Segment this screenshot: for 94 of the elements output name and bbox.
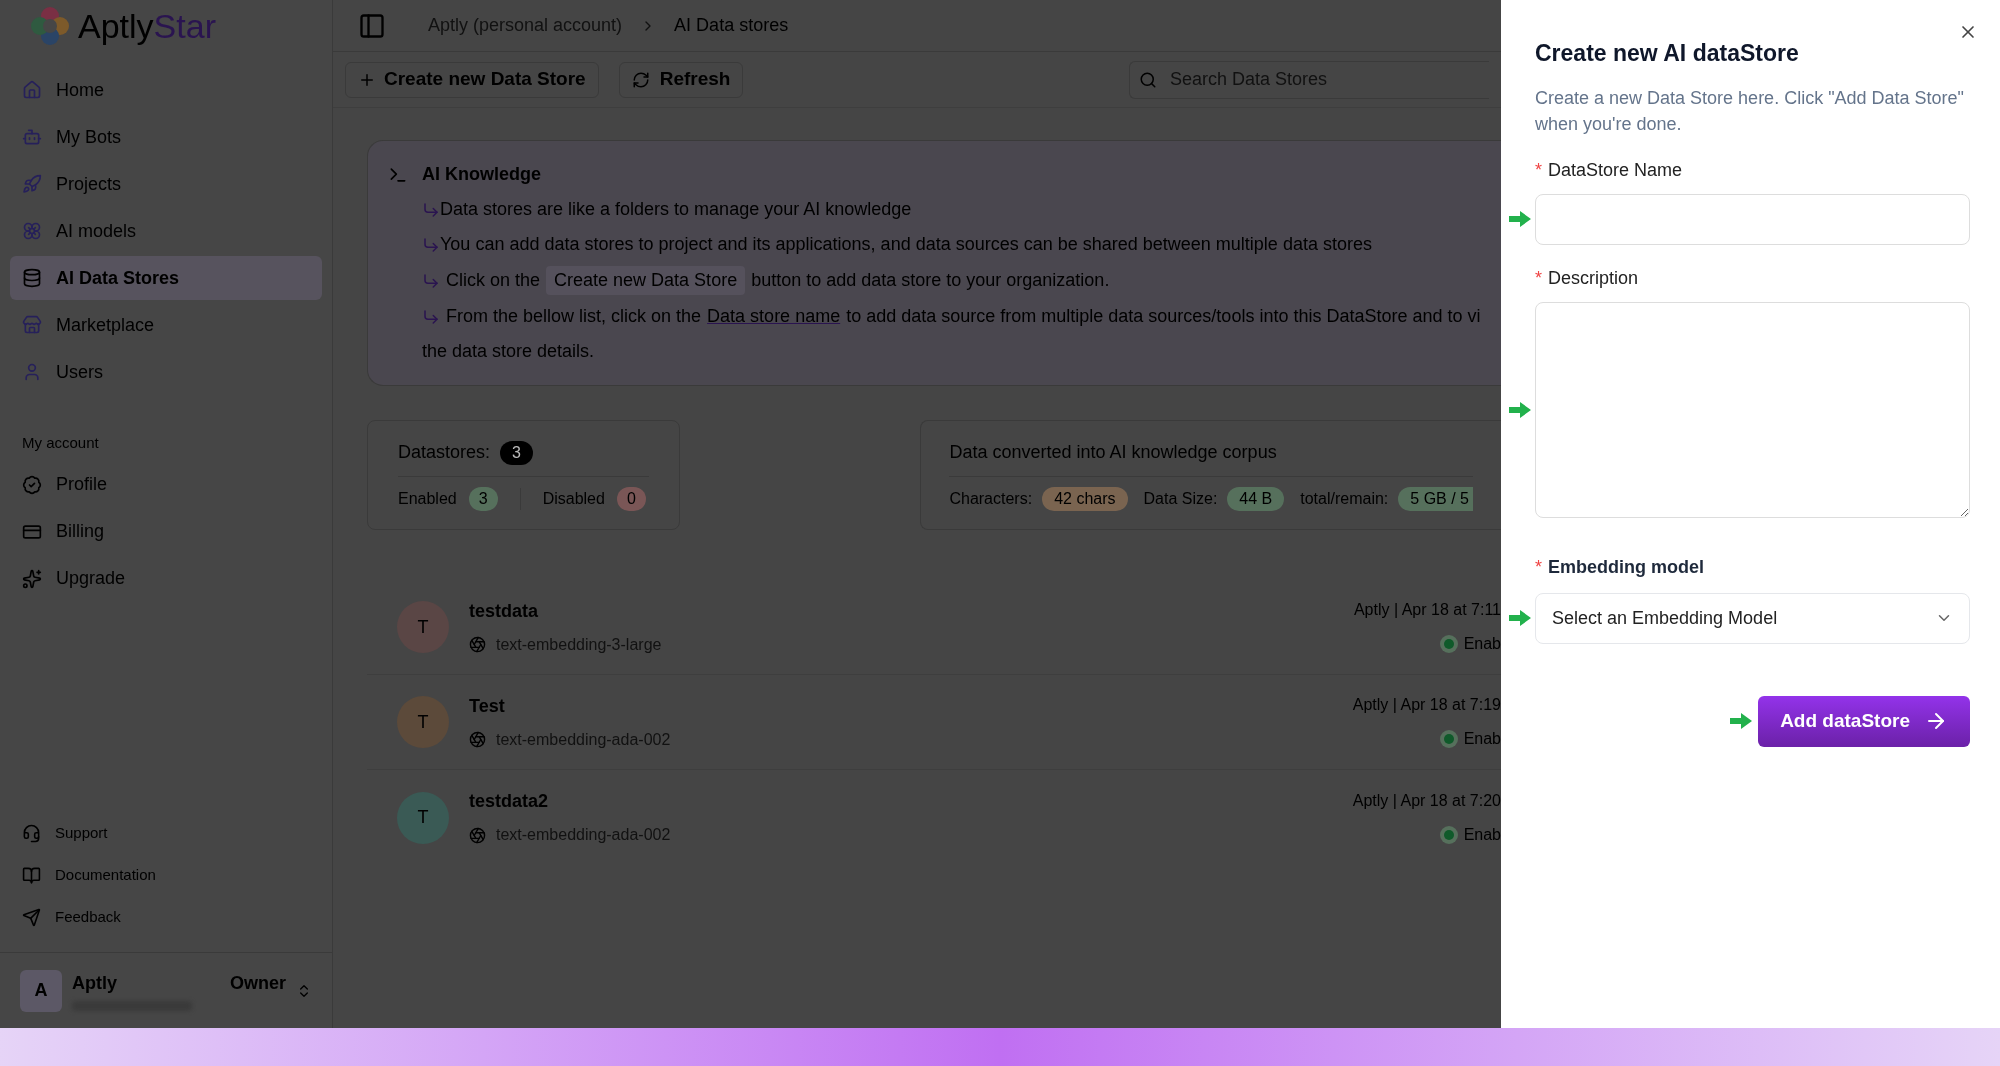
info-text: the data store details. xyxy=(421,340,596,363)
refresh-icon xyxy=(631,70,650,89)
flower-icon xyxy=(22,221,42,241)
info-text: You can add data stores to project and its applications, and data sources can be shared between multiple data stores xyxy=(440,233,1372,256)
headset-icon xyxy=(22,823,41,843)
datastore-meta: Aptly | Apr 18 at 7:11 xyxy=(1353,600,1501,620)
info-text: button to add data store to your organization. xyxy=(751,269,1110,292)
field-label: Description xyxy=(1548,266,1639,290)
datastore-name[interactable]: testdata2 xyxy=(469,788,1333,815)
corner-arrow-icon xyxy=(422,235,440,254)
pointer-arrow-icon xyxy=(1509,401,1531,418)
datastore-name[interactable]: testdata xyxy=(469,597,1334,625)
field-label: DataStore Name xyxy=(1548,158,1683,182)
rocket-icon xyxy=(22,174,42,194)
stats-title: Datastores: xyxy=(398,441,491,464)
sidebar-item[interactable]: Billing xyxy=(10,509,322,554)
enabled-count: 3 xyxy=(468,487,498,511)
database-icon xyxy=(22,268,42,288)
disabled-count: 0 xyxy=(616,487,646,511)
corpus-title: Data converted into AI knowledge corpus xyxy=(949,439,1473,477)
pointer-arrow-icon xyxy=(1509,610,1531,626)
user-role: Owner xyxy=(230,972,286,995)
sidebar-item[interactable]: Upgrade xyxy=(10,556,322,601)
footer-link[interactable]: Support xyxy=(10,812,322,854)
home-icon xyxy=(22,80,42,100)
book-icon xyxy=(22,865,41,885)
add-datastore-button[interactable]: Add dataStore xyxy=(1758,695,1970,747)
button-chip: Create new Data Store xyxy=(546,266,746,295)
total-label: total/remain: xyxy=(1300,489,1389,509)
section-title: My account xyxy=(21,433,100,453)
sidebar-item[interactable]: AI models xyxy=(10,209,322,253)
corner-arrow-icon xyxy=(422,200,440,219)
refresh-button[interactable]: Refresh xyxy=(618,61,744,98)
size-value: 44 B xyxy=(1227,487,1285,511)
send-icon xyxy=(22,907,41,927)
pointer-arrow-icon xyxy=(1509,211,1531,227)
info-text: Data stores are like a folders to manage your AI knowledge xyxy=(440,198,912,221)
footer-link[interactable]: Documentation xyxy=(10,854,322,896)
field-label: Embedding model xyxy=(1548,555,1705,579)
characters-value: 42 chars xyxy=(1042,487,1128,511)
status-text: Enab xyxy=(1463,634,1501,654)
model-logo-icon xyxy=(469,636,486,653)
datastore-name[interactable]: Test xyxy=(469,692,1333,720)
sparkles-icon xyxy=(22,568,42,589)
required-mark: * xyxy=(1535,555,1542,579)
model-logo-icon xyxy=(469,826,486,844)
corner-arrow-icon xyxy=(422,307,440,326)
user-name: Aptly xyxy=(72,972,118,995)
robot-icon xyxy=(22,127,42,147)
info-text: From the bellow list, click on the xyxy=(446,305,702,328)
status-text: Enab xyxy=(1463,824,1501,845)
characters-label: Characters: xyxy=(949,489,1033,509)
sidebar-item[interactable]: Home xyxy=(10,68,322,112)
sidebar-item[interactable]: Projects xyxy=(10,162,322,206)
badge-check-icon xyxy=(22,474,42,495)
textarea-field[interactable] xyxy=(1535,301,1970,518)
status-text: Enab xyxy=(1463,729,1501,749)
required-mark: * xyxy=(1535,158,1542,182)
info-text: Click on the xyxy=(446,269,541,292)
count-badge: 3 xyxy=(500,440,533,465)
enabled-label: Enabled xyxy=(398,489,457,509)
corner-arrow-icon xyxy=(422,271,440,290)
model-logo-icon xyxy=(469,731,486,748)
input-field[interactable] xyxy=(1535,193,1970,245)
disabled-label: Disabled xyxy=(542,489,605,509)
breadcrumb-current: AI Data stores xyxy=(674,14,789,37)
create-button[interactable]: Create new Data Store xyxy=(345,61,599,98)
card-title: AI Knowledge xyxy=(422,163,541,186)
datastore-name-link[interactable]: Data store name xyxy=(707,303,841,330)
user-icon xyxy=(22,362,42,382)
select-field[interactable]: Select an Embedding Model xyxy=(1535,592,1970,644)
datastore-avatar: T xyxy=(397,601,449,653)
datastore-meta: Aptly | Apr 18 at 7:20 xyxy=(1352,790,1501,811)
flower-logo-icon xyxy=(30,6,70,46)
sidebar-item[interactable]: My Bots xyxy=(10,115,322,159)
pointer-arrow-icon xyxy=(1730,713,1753,729)
footer-link[interactable]: Feedback xyxy=(10,896,322,938)
total-value: 5 GB / 5 xyxy=(1398,487,1473,511)
store-icon xyxy=(22,315,42,335)
sidebar-item[interactable]: Users xyxy=(10,350,322,394)
datastore-avatar: T xyxy=(397,791,449,844)
search-icon xyxy=(1139,70,1157,89)
drawer-title: Create new AI dataStore xyxy=(1535,39,1800,68)
size-label: Data Size: xyxy=(1143,489,1218,509)
datastore-avatar: T xyxy=(397,696,449,748)
sidebar-item[interactable]: Profile xyxy=(10,462,322,507)
user-avatar: A xyxy=(20,969,62,1012)
required-mark: * xyxy=(1535,266,1542,290)
drawer-subtitle: Create a new Data Store here. Click "Add Data Store" when you're done. xyxy=(1535,86,1965,136)
sidebar-item[interactable]: AI Data Stores xyxy=(10,256,322,300)
sidebar-toggle-icon[interactable] xyxy=(358,11,386,40)
sidebar-item[interactable]: Marketplace xyxy=(10,303,322,347)
datastore-meta: Aptly | Apr 18 at 7:19 xyxy=(1352,695,1501,715)
info-text: to add data source from multiple data sources/tools into this DataStore and to vi xyxy=(846,305,1481,328)
